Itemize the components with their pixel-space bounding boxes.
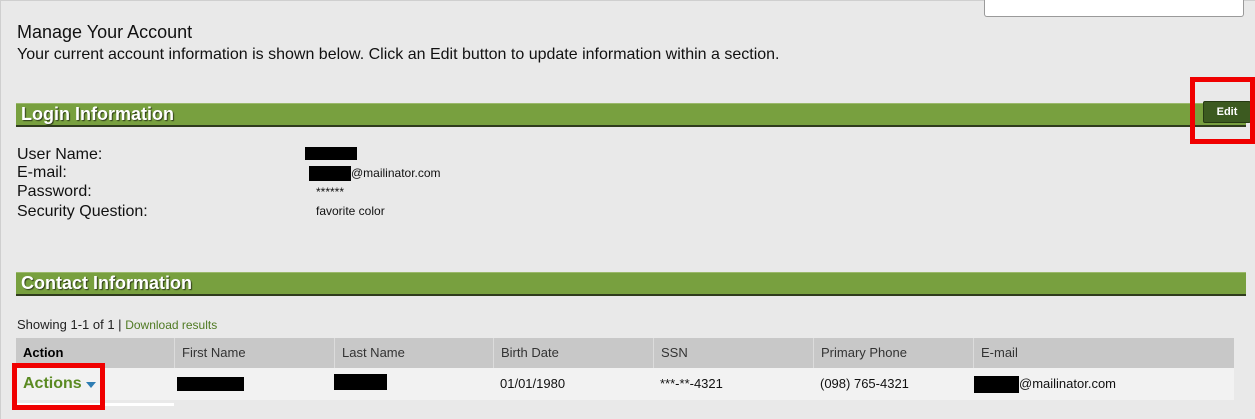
edit-highlight-box — [1190, 77, 1255, 144]
page-title: Manage Your Account — [17, 22, 193, 42]
birth-date-cell: 01/01/1980 — [500, 376, 566, 391]
email-redacted — [309, 166, 351, 181]
search-input[interactable] — [984, 0, 1244, 17]
login-section-title: Login Information — [21, 104, 174, 124]
results-summary: Showing 1-1 of 1 | Download results — [17, 317, 217, 332]
contact-table: Action First Name Last Name Birth Date S… — [16, 338, 1234, 400]
table-header: Action First Name Last Name Birth Date S… — [16, 338, 1234, 368]
column-header-email[interactable]: E-mail — [973, 338, 1234, 368]
actions-highlight-box — [12, 363, 105, 410]
window-edge-left — [0, 0, 1, 419]
username-redacted — [305, 147, 357, 160]
phone-cell: (098) 765-4321 — [820, 376, 909, 391]
showing-count: Showing 1-1 of 1 | — [17, 317, 122, 332]
first-name-redacted — [177, 377, 244, 391]
contact-section-header: Contact Information — [16, 272, 1246, 296]
contact-section-title: Contact Information — [21, 273, 192, 293]
download-results-link[interactable]: Download results — [125, 318, 217, 332]
column-header-birth-date[interactable]: Birth Date — [493, 338, 653, 368]
page-description: Your current account information is show… — [17, 46, 780, 63]
username-label: User Name: — [17, 146, 103, 163]
email-value: @mailinator.com — [351, 166, 441, 180]
column-header-ssn[interactable]: SSN — [653, 338, 813, 368]
table-row: Actions 01/01/1980 ***-**-4321 (098) 765… — [16, 368, 1234, 400]
ssn-cell: ***-**-4321 — [660, 376, 723, 391]
password-label: Password: — [17, 183, 92, 200]
column-header-first-name[interactable]: First Name — [174, 338, 334, 368]
last-name-redacted — [334, 374, 387, 390]
login-section-header: Login Information — [16, 103, 1246, 127]
security-question-value: favorite color — [316, 204, 385, 218]
email-cell: @mailinator.com — [1019, 376, 1117, 391]
column-header-last-name[interactable]: Last Name — [334, 338, 493, 368]
column-header-primary-phone[interactable]: Primary Phone — [813, 338, 973, 368]
password-value: ****** — [316, 185, 345, 199]
email-label: E-mail: — [17, 164, 67, 181]
security-question-label: Security Question: — [17, 203, 148, 220]
